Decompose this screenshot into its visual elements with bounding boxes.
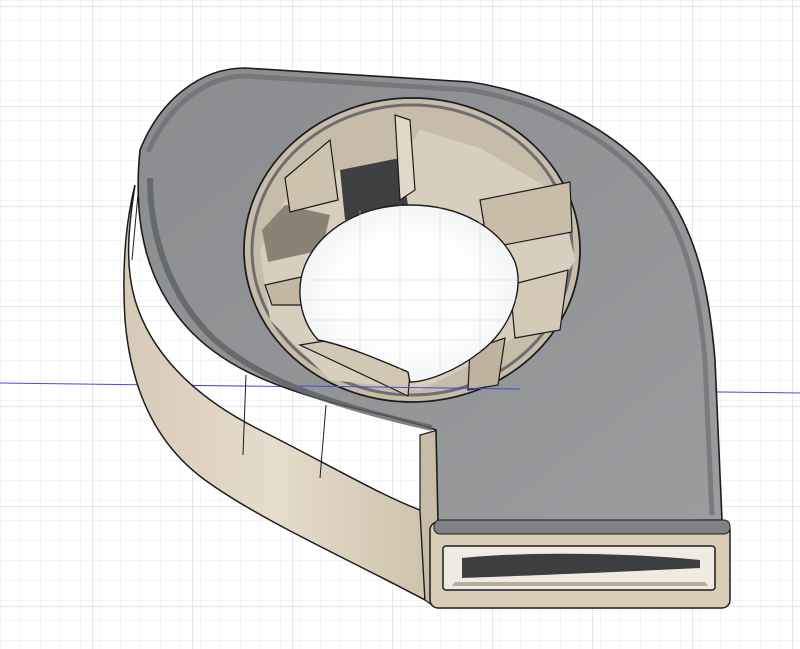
outlet-inner-floor [452, 582, 708, 586]
cad-canvas[interactable] [0, 0, 800, 649]
cad-viewport[interactable] [0, 0, 800, 649]
outlet-top-lip [433, 519, 731, 535]
